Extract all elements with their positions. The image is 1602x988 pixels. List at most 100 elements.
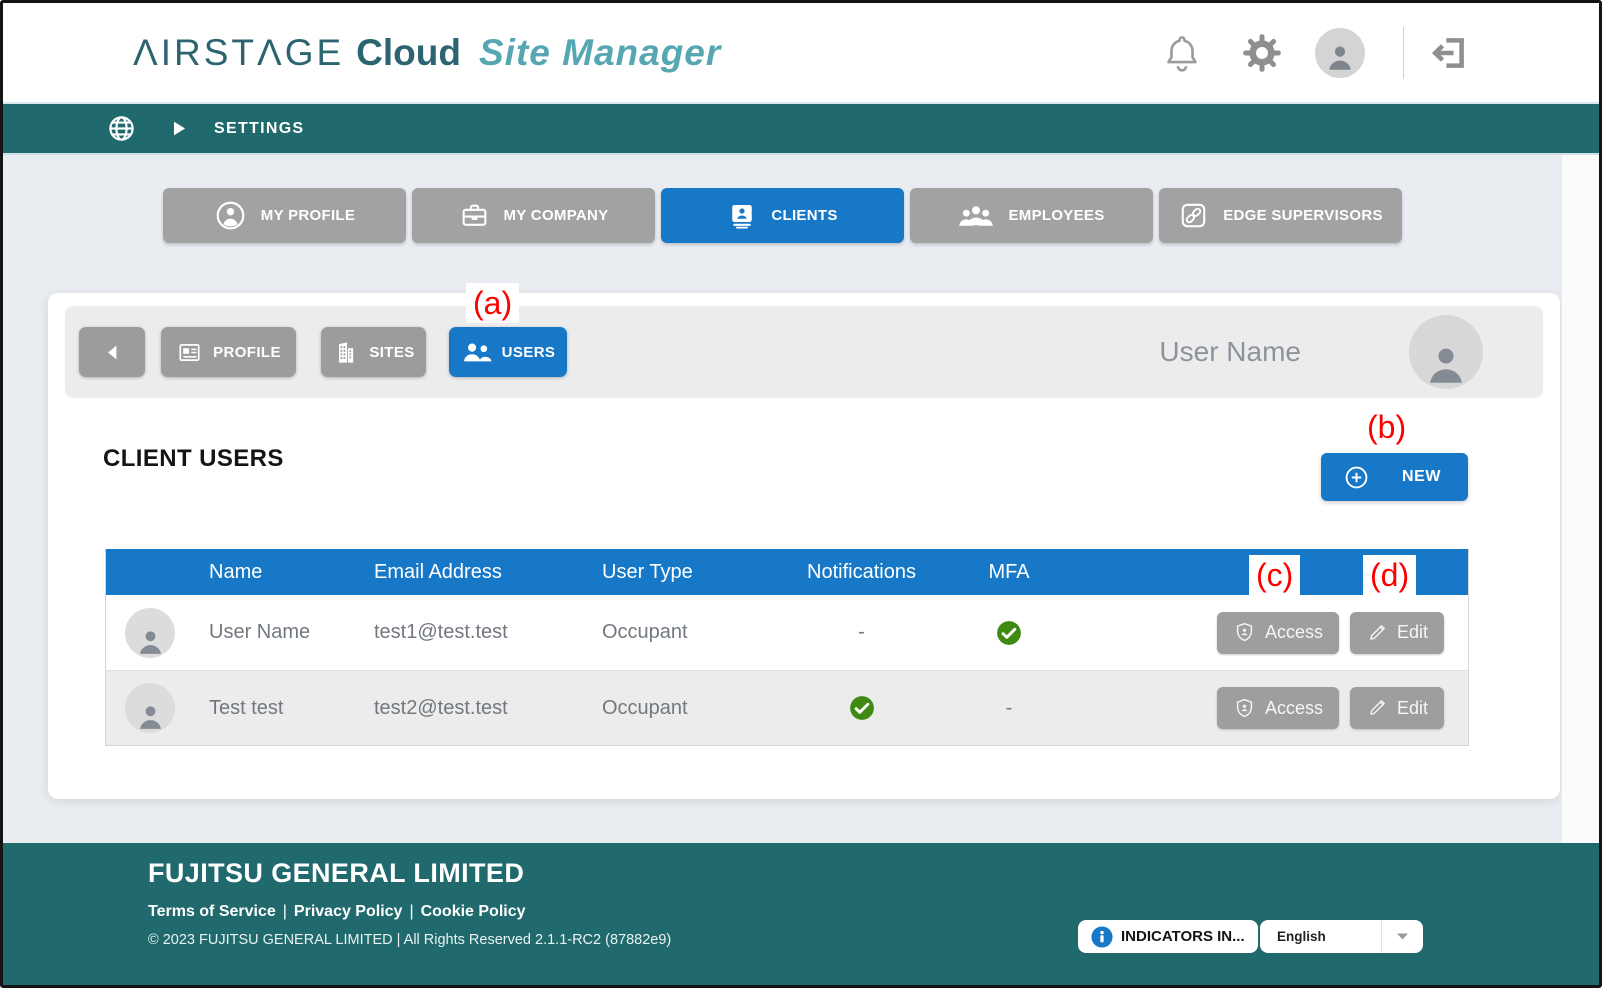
cell-notifications: -: [769, 621, 954, 644]
subnav-users-button[interactable]: USERS: [449, 327, 567, 377]
shield-person-icon: [1233, 697, 1256, 720]
tab-edge-supervisors[interactable]: EDGE SUPERVISORS: [1159, 188, 1402, 243]
subnav-label: USERS: [502, 344, 556, 361]
tab-label: EMPLOYEES: [1008, 207, 1104, 224]
tab-label: CLIENTS: [771, 207, 837, 224]
col-header-notifications: Notifications: [769, 561, 954, 584]
user-avatar: [125, 608, 175, 658]
link-separator: |: [283, 903, 287, 920]
logo-brand-text: ΛIRSTΛGE: [133, 32, 344, 74]
table-row: User Name test1@test.test Occupant - Acc…: [106, 595, 1468, 670]
footer-links: Terms of Service | Privacy Policy | Cookie P…: [148, 903, 526, 921]
logout-icon: [1428, 32, 1470, 74]
access-button[interactable]: Access: [1217, 687, 1339, 729]
chevron-down-icon: [1381, 920, 1423, 953]
avatar-icon: [1323, 40, 1357, 74]
id-card-icon: [176, 339, 203, 366]
content-card: PROFILE SITES USERS User Name CLIENT USE…: [48, 293, 1560, 799]
settings-bar: SETTINGS: [3, 102, 1599, 155]
subnav-label: SITES: [369, 344, 414, 361]
notifications-enabled-check-icon: [848, 694, 876, 722]
logo-cloud-text: Cloud: [356, 32, 461, 74]
person-circle-icon: [214, 199, 247, 232]
play-arrow-icon: [171, 120, 188, 137]
annotation-b: (b): [1360, 407, 1413, 447]
footer-copyright: © 2023 FUJITSU GENERAL LIMITED | All Rig…: [148, 932, 671, 948]
avatar-icon: [134, 700, 167, 733]
col-header-name: Name: [194, 561, 354, 584]
language-selected-value: English: [1260, 920, 1381, 953]
col-header-user-type: User Type: [584, 561, 769, 584]
plus-circle-icon: [1343, 464, 1370, 491]
settings-button[interactable]: [1239, 30, 1285, 76]
tab-label: MY PROFILE: [261, 207, 355, 224]
logo-product-text: Site Manager: [479, 32, 721, 74]
footer-company-name: FUJITSU GENERAL LIMITED: [148, 858, 524, 889]
shield-person-icon: [1233, 621, 1256, 644]
tab-label: EDGE SUPERVISORS: [1223, 207, 1383, 224]
client-card-icon: [727, 201, 757, 231]
cell-name: User Name: [194, 621, 354, 644]
edit-button[interactable]: Edit: [1350, 687, 1444, 729]
back-button[interactable]: [79, 327, 145, 377]
header-divider: [1403, 27, 1404, 79]
notifications-button[interactable]: [1161, 32, 1203, 74]
annotation-c: (c): [1249, 555, 1300, 595]
col-header-mfa: MFA: [954, 561, 1064, 584]
terms-of-service-link[interactable]: Terms of Service: [148, 903, 276, 920]
scrollbar-track[interactable]: [1561, 155, 1599, 843]
user-avatar: [125, 683, 175, 733]
link-square-icon: [1178, 200, 1209, 231]
avatar-icon: [134, 625, 167, 658]
cell-notifications: [769, 694, 954, 722]
tab-my-profile[interactable]: MY PROFILE: [163, 188, 406, 243]
language-select[interactable]: English: [1260, 920, 1423, 953]
client-name-label: User Name: [1159, 336, 1301, 368]
app-footer: FUJITSU GENERAL LIMITED Terms of Service…: [3, 843, 1599, 985]
client-avatar: [1409, 315, 1483, 389]
airstage-logo: ΛIRSTΛGE Cloud Site Manager: [133, 3, 721, 102]
tab-clients[interactable]: CLIENTS: [661, 188, 904, 243]
pencil-icon: [1366, 622, 1388, 644]
edit-button-label: Edit: [1397, 698, 1428, 719]
edit-button-label: Edit: [1397, 622, 1428, 643]
cell-mfa: -: [954, 697, 1064, 720]
cell-user-type: Occupant: [584, 697, 769, 720]
client-subnav: PROFILE SITES USERS User Name: [65, 306, 1543, 398]
pencil-icon: [1366, 697, 1388, 719]
briefcase-icon: [459, 200, 490, 231]
tab-label: MY COMPANY: [504, 207, 609, 224]
page-title: CLIENT USERS: [103, 445, 284, 473]
cell-email: test2@test.test: [354, 697, 584, 720]
cell-name: Test test: [194, 697, 354, 720]
airstage-site-manager-app: ΛIRSTΛGE Cloud Site Manager: [0, 0, 1602, 988]
annotation-d: (d): [1363, 555, 1416, 595]
account-avatar-button[interactable]: [1315, 28, 1365, 78]
edit-button[interactable]: Edit: [1350, 612, 1444, 654]
indicators-button-label: INDICATORS IN...: [1121, 928, 1245, 945]
access-button[interactable]: Access: [1217, 612, 1339, 654]
link-separator: |: [409, 903, 413, 920]
breadcrumb: SETTINGS: [214, 120, 304, 138]
indicators-info-button[interactable]: INDICATORS IN...: [1078, 920, 1258, 953]
annotation-a: (a): [466, 283, 519, 323]
subnav-sites-button[interactable]: SITES: [321, 327, 426, 377]
new-user-button[interactable]: NEW: [1321, 453, 1468, 501]
cell-mfa: [954, 619, 1064, 647]
gear-icon: [1239, 30, 1285, 76]
cookie-policy-link[interactable]: Cookie Policy: [421, 903, 526, 920]
back-arrow-icon: [103, 343, 122, 362]
logout-button[interactable]: [1428, 32, 1470, 74]
tab-my-company[interactable]: MY COMPANY: [412, 188, 655, 243]
subnav-profile-button[interactable]: PROFILE: [161, 327, 296, 377]
two-people-icon: [461, 340, 492, 365]
table-row: Test test test2@test.test Occupant - Acc…: [106, 670, 1468, 745]
cell-email: test1@test.test: [354, 621, 584, 644]
privacy-policy-link[interactable]: Privacy Policy: [294, 903, 403, 920]
globe-icon: [106, 113, 137, 144]
new-button-label: NEW: [1402, 468, 1441, 486]
info-icon: [1091, 926, 1113, 948]
access-button-label: Access: [1265, 622, 1323, 643]
home-globe-button[interactable]: [106, 113, 137, 144]
tab-employees[interactable]: EMPLOYEES: [910, 188, 1153, 243]
